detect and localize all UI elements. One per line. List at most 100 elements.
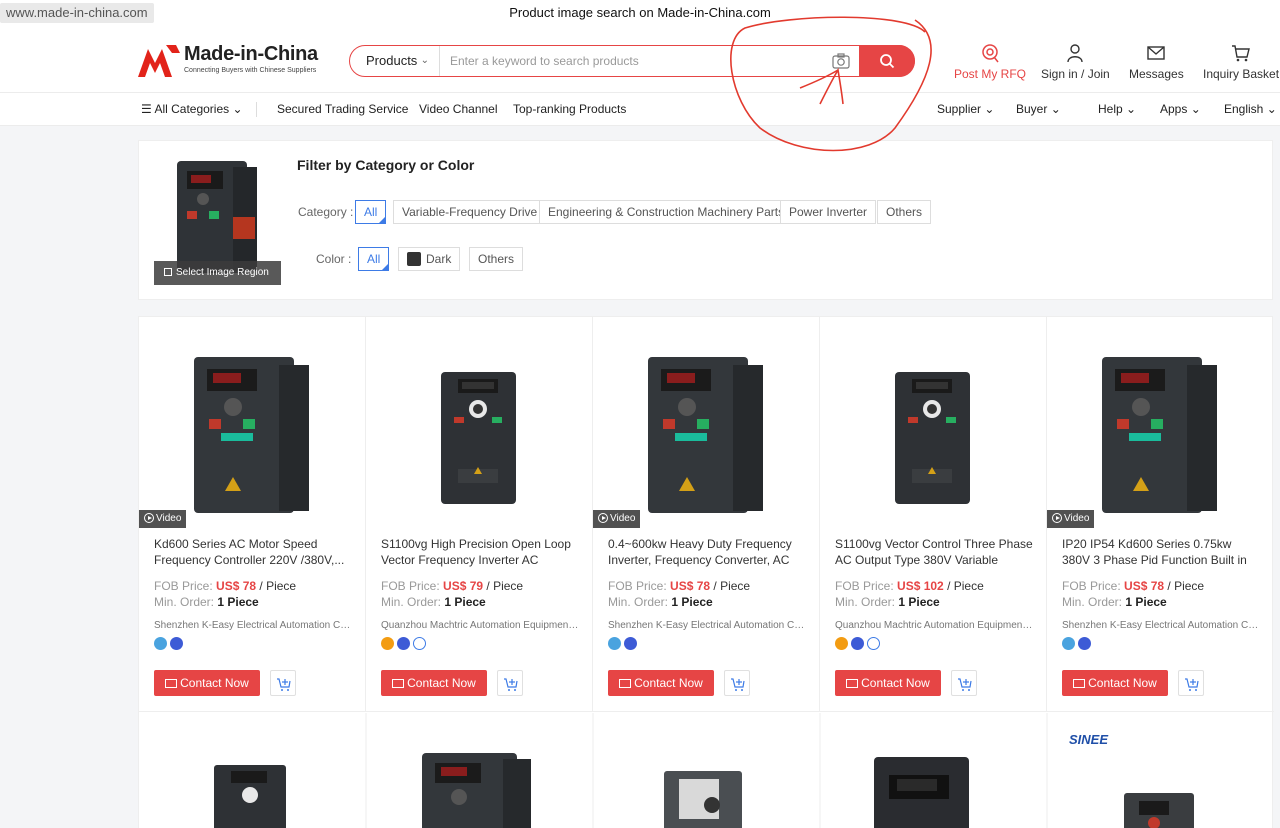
- contact-now-button[interactable]: Contact Now: [608, 670, 714, 696]
- add-to-basket-button[interactable]: [951, 670, 977, 696]
- video-badge-label: Video: [156, 513, 182, 524]
- video-badge[interactable]: Video: [593, 510, 641, 528]
- search-icon: [880, 54, 895, 69]
- select-image-region-button[interactable]: Select Image Region: [154, 261, 281, 285]
- add-to-basket-button[interactable]: [1178, 670, 1204, 696]
- site-header: Made-in-China Connecting Buyers with Chi…: [0, 27, 1280, 93]
- product-card[interactable]: Video 0.4~600kw Heavy Duty Frequency Inv…: [593, 317, 820, 712]
- price-value: US$ 78: [670, 579, 711, 593]
- min-order-label: Min. Order:: [1062, 595, 1123, 609]
- search-category-label: Products: [366, 53, 418, 68]
- contact-now-button[interactable]: Contact Now: [1062, 670, 1168, 696]
- messages-link[interactable]: Messages: [1129, 43, 1184, 81]
- product-title[interactable]: S1100vg Vector Control Three Phase AC Ou…: [835, 536, 1035, 568]
- product-image[interactable]: [139, 317, 366, 527]
- search-category-select[interactable]: Products ⌄: [350, 46, 440, 76]
- product-price: FOB Price: US$ 78 / Piece: [608, 579, 750, 593]
- chevron-down-icon: ⌄: [1126, 102, 1137, 116]
- category-chip-all[interactable]: All: [355, 200, 387, 224]
- add-to-basket-button[interactable]: [497, 670, 523, 696]
- category-chip-vfd[interactable]: Variable-Frequency Drive: [393, 200, 547, 224]
- product-card[interactable]: S1100vg High Precision Open Loop Vector …: [366, 317, 593, 712]
- inquiry-basket-link[interactable]: Inquiry Basket: [1203, 43, 1279, 81]
- sign-in-label: Sign in / Join: [1041, 67, 1110, 81]
- search-input[interactable]: [442, 46, 822, 76]
- supplier-name[interactable]: Shenzhen K-Easy Electrical Automation Co…: [608, 620, 808, 631]
- diamond-member-icon: [154, 637, 167, 650]
- audited-supplier-icon: [851, 637, 864, 650]
- nav-help[interactable]: Help ⌄: [1098, 102, 1136, 116]
- color-chip-others[interactable]: Others: [469, 247, 524, 271]
- second-row-products[interactable]: [139, 713, 1274, 828]
- color-chip-all[interactable]: All: [358, 247, 390, 271]
- audited-supplier-icon: [624, 637, 637, 650]
- nav-secured-trading[interactable]: Secured Trading Service: [277, 102, 408, 116]
- product-card[interactable]: Video IP20 IP54 Kd600 Series 0.75kw 380V…: [1047, 317, 1274, 712]
- video-badge[interactable]: Video: [139, 510, 187, 528]
- supplier-name[interactable]: Quanzhou Machtric Automation Equipment .…: [835, 620, 1035, 631]
- nav-buyer[interactable]: Buyer ⌄: [1016, 102, 1061, 116]
- video-badge[interactable]: Video: [1047, 510, 1095, 528]
- product-image[interactable]: [820, 317, 1047, 527]
- nav-help-label: Help: [1098, 102, 1123, 116]
- product-card[interactable]: S1100vg Vector Control Three Phase AC Ou…: [820, 317, 1047, 712]
- audited-supplier-icon: [170, 637, 183, 650]
- color-chip-dark[interactable]: Dark: [398, 247, 461, 271]
- cart-plus-icon: [731, 678, 745, 691]
- supplier-name[interactable]: Shenzhen K-Easy Electrical Automation Co…: [1062, 620, 1262, 631]
- category-chip-power-inverter[interactable]: Power Inverter: [780, 200, 877, 224]
- min-order-label: Min. Order:: [381, 595, 442, 609]
- min-order-value: 1 Piece: [217, 595, 259, 609]
- query-image-thumbnail[interactable]: [173, 159, 263, 277]
- filter-panel: Select Image Region Filter by Category o…: [138, 140, 1273, 300]
- product-title[interactable]: 0.4~600kw Heavy Duty Frequency Inverter,…: [608, 536, 808, 568]
- all-categories-menu[interactable]: ☰ All Categories ⌄: [141, 102, 243, 116]
- nav-video-channel[interactable]: Video Channel: [419, 102, 498, 116]
- search-button[interactable]: [859, 45, 915, 77]
- contact-now-button[interactable]: Contact Now: [835, 670, 941, 696]
- contact-now-button[interactable]: Contact Now: [154, 670, 260, 696]
- price-value: US$ 102: [897, 579, 944, 593]
- nav-supplier-label: Supplier: [937, 102, 982, 116]
- post-rfq-link[interactable]: Post My RFQ: [954, 43, 1026, 81]
- supplier-name[interactable]: Quanzhou Machtric Automation Equipment .…: [381, 620, 581, 631]
- sign-in-link[interactable]: Sign in / Join: [1041, 43, 1110, 81]
- nav-language[interactable]: English ⌄: [1224, 102, 1277, 116]
- nav-apps[interactable]: Apps ⌄: [1160, 102, 1201, 116]
- supplier-name[interactable]: Shenzhen K-Easy Electrical Automation Co…: [154, 620, 354, 631]
- product-title[interactable]: IP20 IP54 Kd600 Series 0.75kw 380V 3 Pha…: [1062, 536, 1262, 568]
- certification-icon: [413, 637, 426, 650]
- messages-label: Messages: [1129, 67, 1184, 81]
- brand-label: SINEE: [1069, 732, 1109, 747]
- camera-icon[interactable]: [832, 53, 850, 69]
- chevron-down-icon: ⌄: [420, 55, 429, 66]
- min-order-label: Min. Order:: [154, 595, 215, 609]
- contact-now-label: Contact Now: [634, 676, 703, 690]
- nav-supplier[interactable]: Supplier ⌄: [937, 102, 994, 116]
- site-logo[interactable]: Made-in-China Connecting Buyers with Chi…: [138, 43, 318, 79]
- product-min-order: Min. Order: 1 Piece: [608, 595, 713, 609]
- contact-now-button[interactable]: Contact Now: [381, 670, 487, 696]
- mail-icon: [165, 679, 178, 688]
- color-label: Color :: [316, 252, 352, 266]
- product-image[interactable]: [593, 317, 820, 527]
- product-image[interactable]: [1047, 317, 1274, 527]
- nav-buyer-label: Buyer: [1016, 102, 1048, 116]
- category-chip-machinery-parts[interactable]: Engineering & Construction Machinery Par…: [539, 200, 794, 224]
- contact-now-label: Contact Now: [1088, 676, 1157, 690]
- nav-top-ranking[interactable]: Top-ranking Products: [513, 102, 626, 116]
- chevron-down-icon: ⌄: [1050, 102, 1061, 116]
- add-to-basket-button[interactable]: [724, 670, 750, 696]
- all-categories-label: All Categories: [154, 102, 230, 116]
- logo-text: Made-in-China: [184, 43, 318, 65]
- price-value: US$ 79: [443, 579, 484, 593]
- add-to-basket-button[interactable]: [270, 670, 296, 696]
- category-chip-others[interactable]: Others: [877, 200, 932, 224]
- product-card[interactable]: Video Kd600 Series AC Motor Speed Freque…: [139, 317, 366, 712]
- logo-tagline: Connecting Buyers with Chinese Suppliers: [184, 67, 317, 74]
- mail-icon: [1147, 46, 1166, 60]
- product-title[interactable]: Kd600 Series AC Motor Speed Frequency Co…: [154, 536, 354, 568]
- min-order-value: 1 Piece: [444, 595, 486, 609]
- product-image[interactable]: [366, 317, 593, 527]
- product-title[interactable]: S1100vg High Precision Open Loop Vector …: [381, 536, 581, 568]
